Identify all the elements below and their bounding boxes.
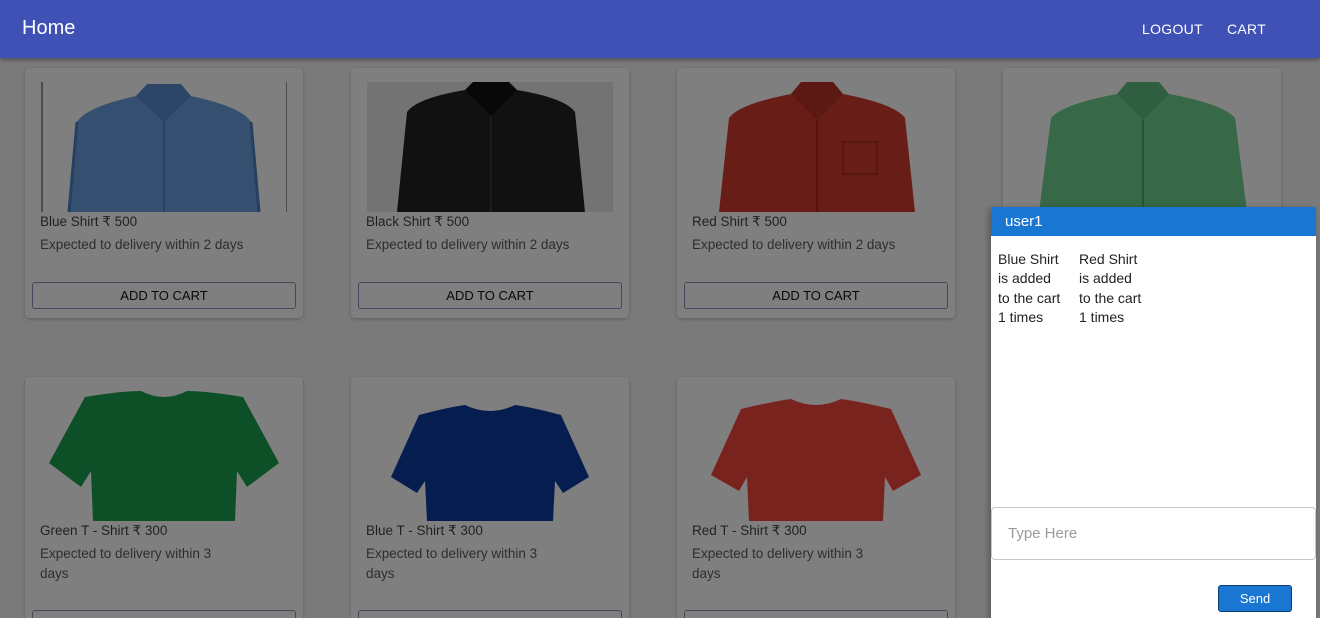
chat-panel: user1 Blue Shirt is added to the cart 1 … [991, 207, 1316, 618]
cart-button[interactable]: CART [1227, 21, 1266, 37]
chat-messages: Blue Shirt is added to the cart 1 times … [998, 250, 1142, 327]
chat-message-input[interactable] [991, 507, 1316, 560]
app-bar: Home LOGOUT CART [0, 0, 1320, 58]
send-button[interactable]: Send [1218, 585, 1292, 612]
logout-button[interactable]: LOGOUT [1142, 21, 1203, 37]
chat-message: Blue Shirt is added to the cart 1 times [998, 251, 1061, 325]
chat-header-user: user1 [991, 207, 1316, 236]
home-link[interactable]: Home [22, 17, 75, 40]
chat-message: Red Shirt is added to the cart 1 times [1079, 251, 1142, 325]
